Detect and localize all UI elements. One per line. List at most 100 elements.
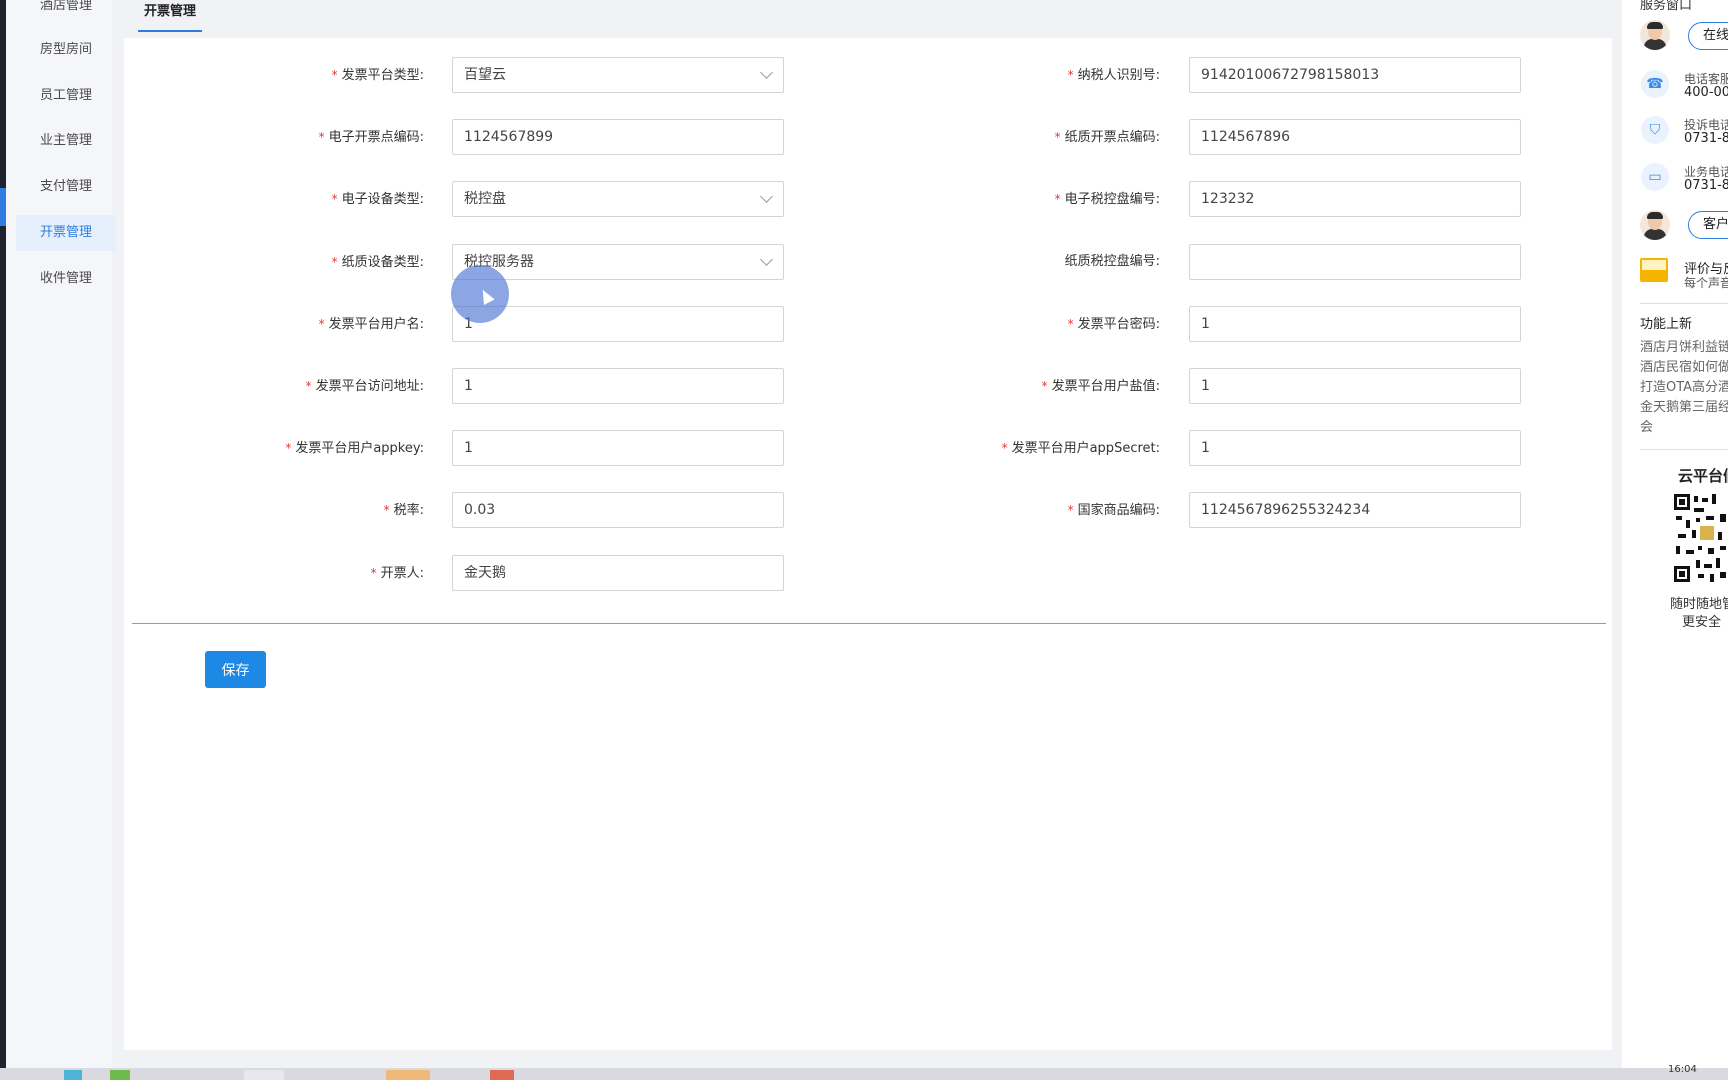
field-label-text: 发票平台访问地址: [315,379,424,394]
text-input[interactable] [1201,191,1501,207]
text-field[interactable] [1189,492,1521,528]
text-input[interactable] [1201,502,1501,518]
required-asterisk: * [383,503,390,517]
headset-icon: ☎ [1641,70,1669,98]
chevron-down-icon [760,190,773,203]
field-label-text: 电子税控盘编号: [1064,192,1160,207]
qr-caption: 随时随地管 [1670,597,1728,612]
field-label-text: 发票平台用户appSecret: [1011,441,1160,456]
business-number: 0731-8 [1684,178,1728,193]
sidebar-item-owner[interactable]: 业主管理 [16,123,116,159]
required-asterisk: * [305,379,312,393]
field-label-text: 发票平台用户appkey: [295,441,424,456]
field-label-text: 电子开票点编码: [328,130,424,145]
field-label-text: 发票平台类型: [341,68,424,83]
text-field[interactable] [452,430,784,466]
form-divider [132,623,1606,624]
text-field[interactable] [1189,306,1521,342]
text-input[interactable] [464,502,764,518]
customer-feedback-button[interactable]: 客户反 [1688,211,1728,239]
text-input[interactable] [464,129,764,145]
field-label-text: 开票人: [380,566,424,581]
qr-caption: 更安全 [1682,615,1722,630]
taskbar-app-icon[interactable] [386,1070,430,1080]
online-chat-button[interactable]: 在线 [1688,22,1728,50]
select-value: 百望云 [464,67,506,83]
required-asterisk: * [1041,379,1048,393]
text-field[interactable] [452,492,784,528]
news-item[interactable]: 酒店月饼利益链 [1640,338,1728,358]
sidebar: 酒店管理 房型房间 员工管理 业主管理 支付管理 开票管理 收件管理 [6,0,116,1068]
field-label: * 税率: [124,492,424,528]
phone-service-number: 400-00 [1684,85,1728,100]
field-label-text: 纸质税控盘编号: [1064,254,1160,269]
field-label: * 发票平台用户盐值: [860,368,1160,404]
sidebar-item-hotel[interactable]: 酒店管理 [16,0,116,24]
select-field[interactable]: 税控盘 [452,181,784,217]
text-field[interactable] [1189,181,1521,217]
field-label-text: 发票平台用户名: [328,317,424,332]
sidebar-item-staff[interactable]: 员工管理 [16,78,116,114]
new-features-title: 功能上新 [1640,317,1693,332]
required-asterisk: * [331,192,338,206]
taskbar-app-icon[interactable] [64,1070,82,1080]
required-asterisk: * [318,317,325,331]
sidebar-item-payment[interactable]: 支付管理 [16,169,116,205]
field-label-text: 发票平台用户盐值: [1051,379,1160,394]
field-label: * 发票平台类型: [124,57,424,93]
service-panel: 服务窗口 在线 ☎ 电话客服 400-00 ⛉ 投诉电话 0731-8 ▭ 业务… [1622,0,1728,1068]
select-field[interactable]: 百望云 [452,57,784,93]
text-input[interactable] [1201,316,1501,332]
field-label: * 发票平台访问地址: [124,368,424,404]
text-field[interactable] [1189,430,1521,466]
text-field[interactable] [452,368,784,404]
text-input[interactable] [1201,67,1501,83]
text-field[interactable] [1189,368,1521,404]
required-asterisk: * [1067,503,1074,517]
field-label: * 纸质开票点编码: [860,119,1160,155]
text-input[interactable] [464,378,764,394]
taskbar-app-icon[interactable] [110,1070,130,1080]
text-field[interactable] [1189,244,1521,280]
taskbar-app-icon[interactable] [490,1070,514,1080]
text-field[interactable] [452,119,784,155]
required-asterisk: * [370,566,377,580]
feedback-subtitle: 每个声音 [1684,276,1728,290]
required-asterisk: * [1067,68,1074,82]
news-item[interactable]: 打造OTA高分酒 [1640,378,1728,398]
qr-code [1674,494,1728,582]
text-field[interactable] [452,555,784,591]
required-asterisk: * [1001,441,1008,455]
text-field[interactable] [1189,57,1521,93]
text-input[interactable] [1201,440,1501,456]
text-input[interactable] [464,316,764,332]
sidebar-item-receipt[interactable]: 收件管理 [16,261,116,297]
sidebar-item-room-types[interactable]: 房型房间 [16,32,116,68]
tab-invoice-management[interactable]: 开票管理 [138,0,203,32]
text-input[interactable] [1201,378,1501,394]
chevron-down-icon [760,66,773,79]
news-item[interactable]: 会 [1640,418,1653,438]
panel-divider [1640,303,1728,304]
taskbar-app-icon[interactable] [244,1070,284,1080]
text-input[interactable] [464,564,764,580]
customer-avatar [1640,210,1670,240]
text-input[interactable] [464,440,764,456]
field-label: * 电子税控盘编号: [860,181,1160,217]
field-label: * 电子设备类型: [124,181,424,217]
field-label-text: 电子设备类型: [341,192,424,207]
text-input[interactable] [1201,129,1501,145]
field-label-text: 税率: [393,503,424,518]
news-item[interactable]: 金天鹅第三届经 [1640,398,1728,418]
complaint-number: 0731-8 [1684,131,1728,146]
sidebar-item-invoice[interactable]: 开票管理 [16,215,116,251]
field-label: * 电子开票点编码: [124,119,424,155]
text-field[interactable] [1189,119,1521,155]
news-item[interactable]: 酒店民宿如何做 [1640,358,1728,378]
agent-avatar [1640,20,1670,50]
required-asterisk: * [285,441,292,455]
panel-divider [1640,449,1728,450]
save-button[interactable]: 保存 [205,651,266,688]
text-input[interactable] [1201,254,1501,270]
required-asterisk: * [1054,130,1061,144]
